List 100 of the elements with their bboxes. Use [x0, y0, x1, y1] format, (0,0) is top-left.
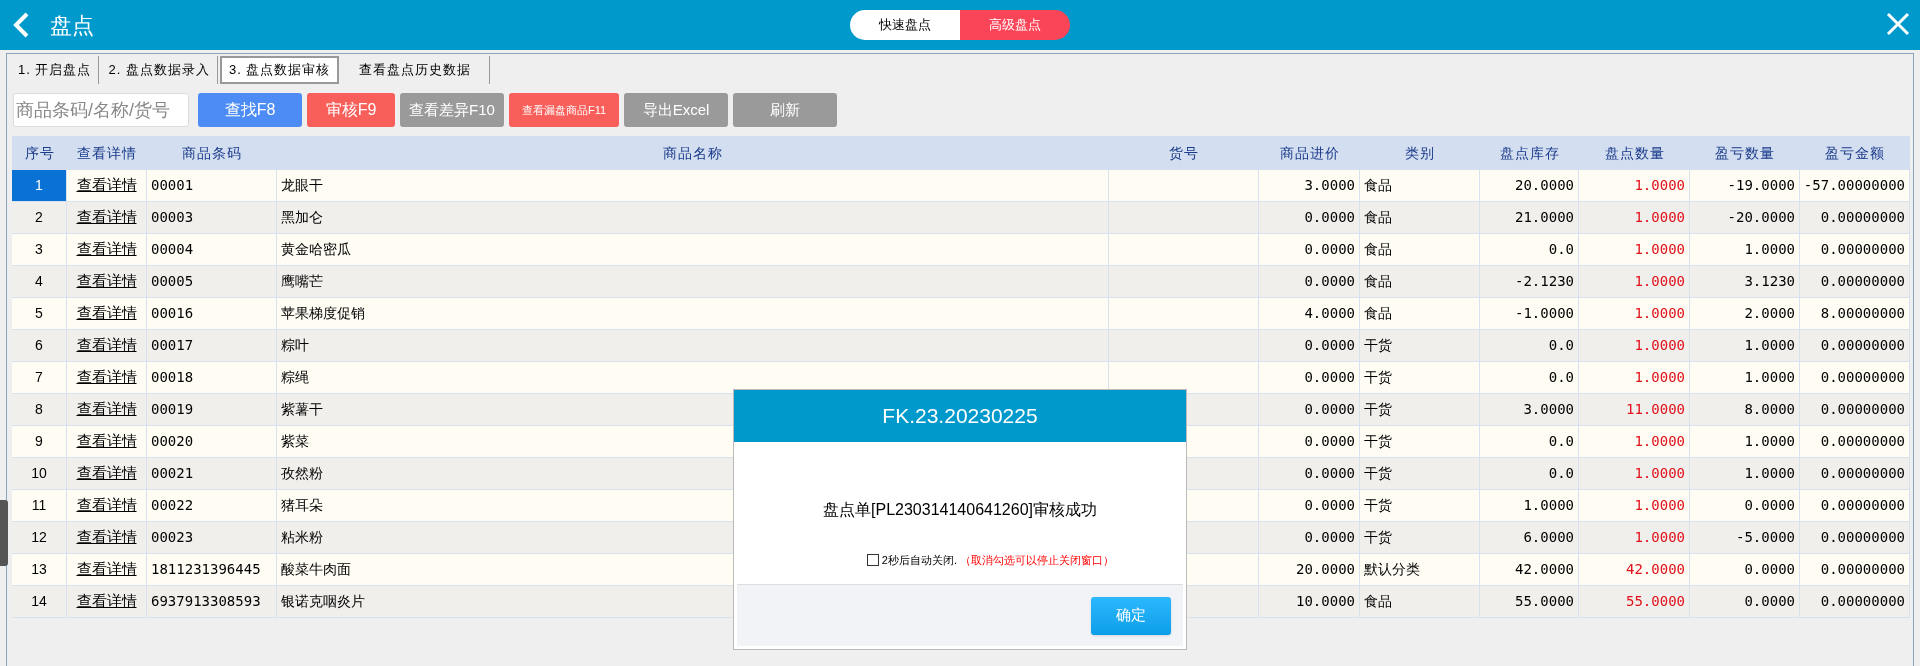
details-link[interactable]: 查看详情 [67, 490, 147, 521]
table-cell: 2.0000 [1690, 298, 1800, 329]
table-cell: 干货 [1360, 522, 1480, 553]
table-cell: -19.0000 [1690, 170, 1800, 201]
row-number[interactable]: 12 [12, 522, 67, 553]
table-cell: 00019 [147, 394, 277, 425]
details-link[interactable]: 查看详情 [67, 266, 147, 297]
table-cell: 食品 [1360, 234, 1480, 265]
table-cell: -57.00000000 [1800, 170, 1910, 201]
table-cell: 0.0 [1480, 362, 1579, 393]
column-header: 商品条码 [181, 143, 243, 163]
details-link[interactable]: 查看详情 [67, 586, 147, 617]
table-cell: 0.0000 [1690, 586, 1800, 617]
row-number[interactable]: 5 [12, 298, 67, 329]
table-cell: 3.0000 [1480, 394, 1579, 425]
table-cell: 20.0000 [1259, 554, 1360, 585]
details-link[interactable]: 查看详情 [67, 458, 147, 489]
table-cell: 1.0000 [1690, 330, 1800, 361]
details-link[interactable]: 查看详情 [67, 522, 147, 553]
details-link[interactable]: 查看详情 [67, 554, 147, 585]
table-cell: 1.0000 [1579, 426, 1690, 457]
details-link[interactable]: 查看详情 [67, 298, 147, 329]
details-link[interactable]: 查看详情 [67, 202, 147, 233]
column-header: 查看详情 [76, 143, 138, 163]
table-cell: 0.00000000 [1800, 394, 1910, 425]
row-number[interactable]: 2 [12, 202, 67, 233]
close-icon[interactable] [1886, 12, 1910, 36]
table-cell: 1.0000 [1579, 490, 1690, 521]
table-cell: 21.0000 [1480, 202, 1579, 233]
details-link[interactable]: 查看详情 [67, 362, 147, 393]
table-cell: 00023 [147, 522, 277, 553]
column-header: 盘点数量 [1603, 143, 1666, 163]
table-cell: 0.0000 [1259, 394, 1360, 425]
details-link[interactable]: 查看详情 [67, 170, 147, 201]
table-cell: 00017 [147, 330, 277, 361]
row-number[interactable]: 10 [12, 458, 67, 489]
row-number[interactable]: 8 [12, 394, 67, 425]
mode-toggle[interactable]: 快速盘点 [850, 10, 960, 40]
row-number[interactable]: 11 [12, 490, 67, 521]
table-cell: 0.00000000 [1800, 586, 1910, 617]
row-number[interactable]: 9 [12, 426, 67, 457]
table-cell: 0.0 [1480, 234, 1579, 265]
table-cell: 0.0 [1480, 426, 1579, 457]
table-cell: 食品 [1360, 202, 1480, 233]
table-cell: 0.00000000 [1800, 458, 1910, 489]
search-field[interactable]: 商品条码/名称/货号 [13, 93, 189, 127]
details-link[interactable]: 查看详情 [67, 234, 147, 265]
back-icon[interactable] [12, 11, 30, 39]
table-cell: 0.0 [1480, 330, 1579, 361]
row-number[interactable]: 1 [12, 170, 67, 201]
table-cell: -5.0000 [1690, 522, 1800, 553]
details-link[interactable]: 查看详情 [67, 426, 147, 457]
table-cell: 食品 [1360, 298, 1480, 329]
column-header: 货号 [1168, 143, 1200, 163]
table-cell: 00021 [147, 458, 277, 489]
table-cell: 0.0000 [1259, 330, 1360, 361]
table-cell: 0.00000000 [1800, 522, 1910, 553]
table-cell: 1.0000 [1579, 202, 1690, 233]
table-cell: 0.00000000 [1800, 426, 1910, 457]
row-number[interactable]: 7 [12, 362, 67, 393]
table-cell: 00016 [147, 298, 277, 329]
tab[interactable]: 3. 盘点数据审核 [219, 56, 340, 84]
side-handle[interactable] [0, 500, 8, 566]
row-number[interactable]: 3 [12, 234, 67, 265]
table-cell: 苹果梯度促销 [277, 298, 1109, 329]
dialog-message: 盘点单[PL230314140641260]审核成功 [823, 500, 1097, 520]
table-cell: 粽叶 [277, 330, 1109, 361]
table-cell: 0.0000 [1259, 522, 1360, 553]
table-cell: 0.00000000 [1800, 234, 1910, 265]
checkbox[interactable] [866, 554, 879, 567]
table-cell: 干货 [1360, 458, 1480, 489]
table-cell: 0.00000000 [1800, 330, 1910, 361]
column-header: 商品进价 [1278, 143, 1341, 163]
checkbox-label: 2秒后自动关闭. [881, 553, 957, 568]
column-header: 商品名称 [662, 143, 724, 163]
row-number[interactable]: 6 [12, 330, 67, 361]
table-cell: 42.0000 [1480, 554, 1579, 585]
table-cell: -2.1230 [1480, 266, 1579, 297]
row-number[interactable]: 4 [12, 266, 67, 297]
table-cell: 10.0000 [1259, 586, 1360, 617]
table-cell: 00004 [147, 234, 277, 265]
table-cell: 0.0000 [1259, 426, 1360, 457]
table-cell: 1.0000 [1579, 266, 1690, 297]
table-cell: 4.0000 [1259, 298, 1360, 329]
table-cell: 干货 [1360, 330, 1480, 361]
row-number[interactable]: 13 [12, 554, 67, 585]
table-cell: 0.0000 [1259, 362, 1360, 393]
details-link[interactable]: 查看详情 [67, 330, 147, 361]
table-cell: 食品 [1360, 266, 1480, 297]
table-cell: 1.0000 [1579, 458, 1690, 489]
table-cell: 1.0000 [1480, 490, 1579, 521]
table-cell: 1.0000 [1690, 426, 1800, 457]
row-number[interactable]: 14 [12, 586, 67, 617]
table-cell: -1.0000 [1480, 298, 1579, 329]
table-cell: 8.0000 [1690, 394, 1800, 425]
table-cell: 干货 [1360, 394, 1480, 425]
table-cell: 0.0 [1480, 458, 1579, 489]
details-link[interactable]: 查看详情 [67, 394, 147, 425]
table-cell: 1.0000 [1690, 458, 1800, 489]
table-cell: 0.0000 [1690, 490, 1800, 521]
